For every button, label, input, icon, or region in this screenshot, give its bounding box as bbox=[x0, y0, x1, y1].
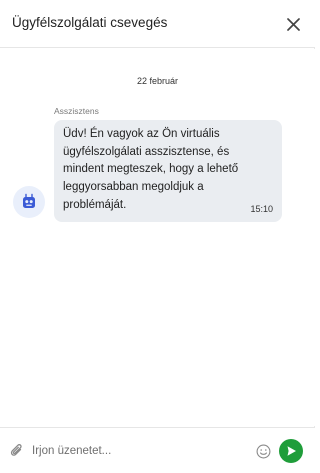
chat-title: Ügyfélszolgálati csevegés bbox=[12, 15, 168, 30]
send-button[interactable] bbox=[279, 439, 303, 463]
message-bubble: Üdv! Én vagyok az Ön virtuális ügyfélszo… bbox=[54, 120, 282, 222]
chat-window: Ügyfélszolgálati csevegés 22 február Ass… bbox=[0, 0, 315, 473]
smiley-icon bbox=[256, 444, 270, 458]
message-text: Üdv! Én vagyok az Ön virtuális ügyfélszo… bbox=[63, 128, 239, 211]
message-input[interactable] bbox=[32, 440, 242, 462]
send-icon bbox=[287, 446, 296, 456]
close-button[interactable] bbox=[279, 10, 307, 38]
message-list[interactable]: 22 február Asszisztens Üdv! Én vagyok az… bbox=[0, 49, 315, 426]
emoji-button[interactable] bbox=[255, 443, 271, 459]
paperclip-icon bbox=[10, 444, 22, 456]
message-time: 15:10 bbox=[250, 204, 273, 214]
close-icon bbox=[286, 17, 300, 31]
sender-name: Asszisztens bbox=[54, 106, 99, 116]
chat-header: Ügyfélszolgálati csevegés bbox=[0, 0, 315, 48]
assistant-avatar bbox=[13, 186, 45, 218]
date-separator: 22 február bbox=[136, 76, 179, 86]
composer bbox=[0, 427, 315, 473]
attach-button[interactable] bbox=[8, 442, 26, 460]
robot-icon bbox=[23, 193, 35, 208]
